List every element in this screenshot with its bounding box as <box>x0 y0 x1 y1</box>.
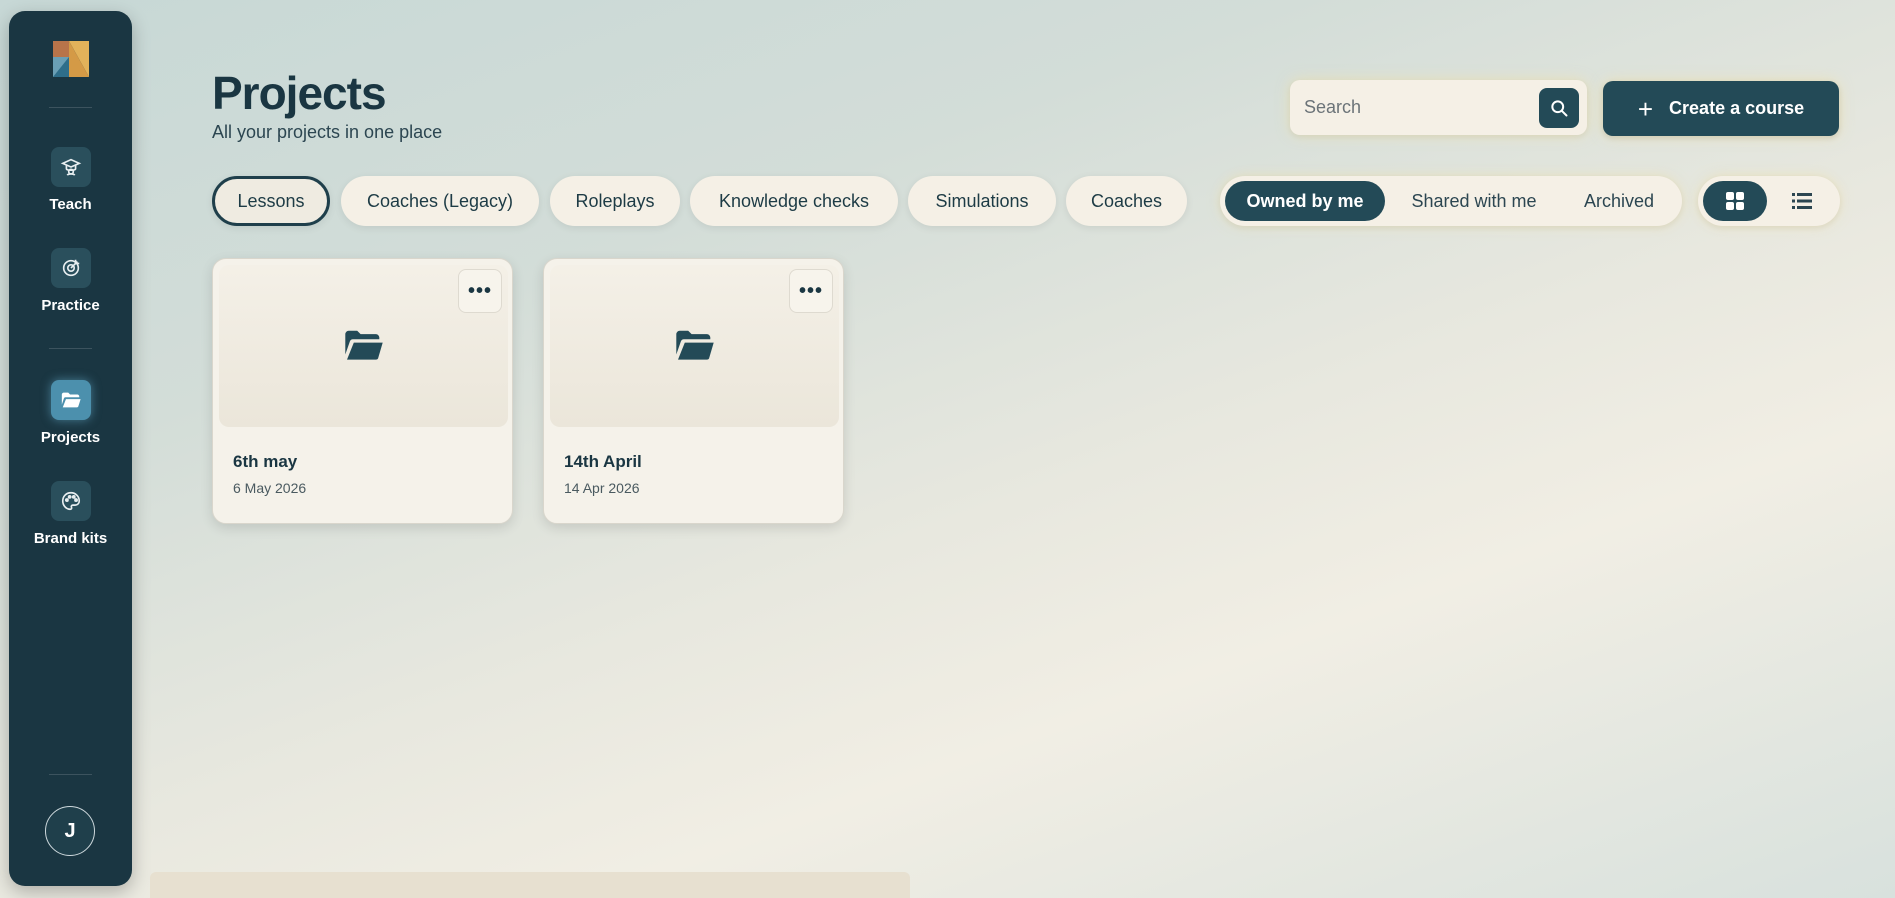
bottom-strip <box>150 872 910 898</box>
sidebar-item-brand-kits[interactable]: Brand kits <box>9 481 132 547</box>
project-card[interactable]: ••• 14th April 14 Apr 2026 <box>543 258 844 524</box>
segment-archived[interactable]: Archived <box>1562 181 1676 221</box>
filter-chip-simulations[interactable]: Simulations <box>908 176 1056 226</box>
sidebar-item-teach[interactable]: Teach <box>9 147 132 213</box>
more-options-button[interactable]: ••• <box>458 269 502 313</box>
sidebar-item-practice[interactable]: Practice <box>9 248 132 314</box>
folder-icon <box>344 330 383 360</box>
project-name: 6th may <box>233 452 298 471</box>
target-icon <box>50 248 91 288</box>
sidebar-item-label: Teach <box>49 196 92 213</box>
grid-icon <box>1726 192 1744 210</box>
page-title: Projects <box>212 67 387 119</box>
sidebar-item-label: Practice <box>41 297 100 314</box>
project-name: 14th April <box>564 452 642 471</box>
ownership-filter: Owned by me Shared with me Archived <box>1220 176 1682 226</box>
plus-icon: + <box>1637 93 1654 124</box>
search-button[interactable] <box>1539 88 1579 128</box>
filter-chip-lessons[interactable]: Lessons <box>212 176 330 226</box>
view-toggle <box>1698 176 1840 226</box>
app-logo[interactable] <box>53 41 89 77</box>
sidebar-divider <box>49 348 92 349</box>
sidebar-divider <box>49 774 92 775</box>
grid-view-button[interactable] <box>1703 181 1767 221</box>
folder-icon <box>675 330 714 360</box>
user-avatar[interactable]: J <box>45 806 95 856</box>
palette-icon <box>50 481 91 521</box>
segment-shared-with-me[interactable]: Shared with me <box>1390 181 1558 221</box>
search-box <box>1290 80 1587 135</box>
filter-chip-knowledge-checks[interactable]: Knowledge checks <box>690 176 898 226</box>
logo-icon <box>53 41 89 77</box>
list-view-button[interactable] <box>1770 181 1834 221</box>
folder-open-icon <box>50 380 91 420</box>
project-date: 14 Apr 2026 <box>564 480 640 496</box>
project-date: 6 May 2026 <box>233 480 307 496</box>
list-icon <box>1792 193 1812 209</box>
create-course-label: Create a course <box>1669 98 1805 118</box>
search-icon <box>1551 100 1568 117</box>
sidebar-item-label: Brand kits <box>33 530 108 547</box>
filter-chip-coaches[interactable]: Coaches <box>1066 176 1187 226</box>
sidebar-item-label: Projects <box>40 429 101 446</box>
project-card[interactable]: ••• 6th may 6 May 2026 <box>212 258 513 524</box>
sidebar-divider <box>49 107 92 108</box>
page-subtitle: All your projects in one place <box>212 122 443 142</box>
create-course-button[interactable]: + Create a course <box>1603 81 1839 136</box>
sidebar-item-projects[interactable]: Projects <box>9 380 132 446</box>
filter-chip-coaches-legacy[interactable]: Coaches (Legacy) <box>341 176 539 226</box>
segment-owned-by-me[interactable]: Owned by me <box>1225 181 1385 221</box>
more-options-button[interactable]: ••• <box>789 269 833 313</box>
search-input[interactable] <box>1304 90 1534 124</box>
filter-chip-roleplays[interactable]: Roleplays <box>550 176 680 226</box>
graduation-icon <box>50 147 91 187</box>
sidebar: Teach Practice Projects Brand kits J <box>9 11 132 886</box>
